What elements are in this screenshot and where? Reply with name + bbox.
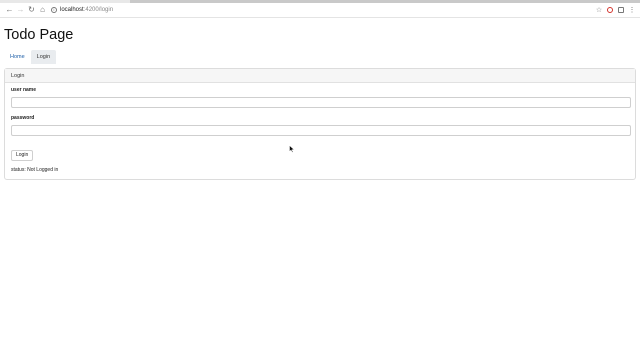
forward-arrow-icon[interactable]: →: [15, 5, 26, 16]
back-arrow-icon[interactable]: ←: [4, 5, 15, 16]
page-content: Todo Page Home Login Login user name pas…: [0, 18, 640, 180]
loading-indicator: [130, 0, 640, 3]
site-info-icon[interactable]: i: [51, 7, 57, 13]
card-header: Login: [5, 69, 635, 83]
menu-kebab-icon[interactable]: ⋮: [628, 6, 636, 14]
nav-tabs: Home Login: [4, 50, 636, 64]
status-prefix: status:: [11, 167, 26, 173]
password-label: password: [11, 115, 35, 121]
opera-extension-icon[interactable]: [606, 6, 614, 14]
card-body: user name password Login status: Not Log…: [5, 83, 635, 174]
url-text[interactable]: localhost:4200/login: [60, 7, 113, 13]
address-bar[interactable]: i localhost:4200/login: [51, 5, 595, 16]
login-button[interactable]: Login: [11, 150, 34, 161]
bookmark-star-icon[interactable]: ☆: [595, 6, 603, 14]
reload-icon[interactable]: ↻: [26, 5, 37, 16]
extension-icon[interactable]: [617, 6, 625, 14]
login-status: status: Not Logged in: [11, 167, 630, 174]
home-icon[interactable]: ⌂: [37, 5, 48, 16]
url-host: localhost: [60, 7, 84, 13]
tab-strip: [0, 0, 640, 3]
username-label: user name: [11, 87, 37, 93]
tab-login[interactable]: Login: [30, 50, 57, 64]
password-field[interactable]: [11, 125, 631, 136]
login-card: Login user name password Login status: N…: [4, 68, 636, 180]
status-value: Not Logged in: [27, 167, 59, 173]
mouse-cursor-icon: [289, 145, 295, 153]
tab-home[interactable]: Home: [4, 50, 31, 64]
page-title: Todo Page: [4, 27, 74, 43]
url-path: :4200/login: [83, 7, 114, 13]
username-field[interactable]: [11, 97, 631, 108]
browser-toolbar: ← → ↻ ⌂ i localhost:4200/login ☆ ⋮: [0, 3, 640, 18]
